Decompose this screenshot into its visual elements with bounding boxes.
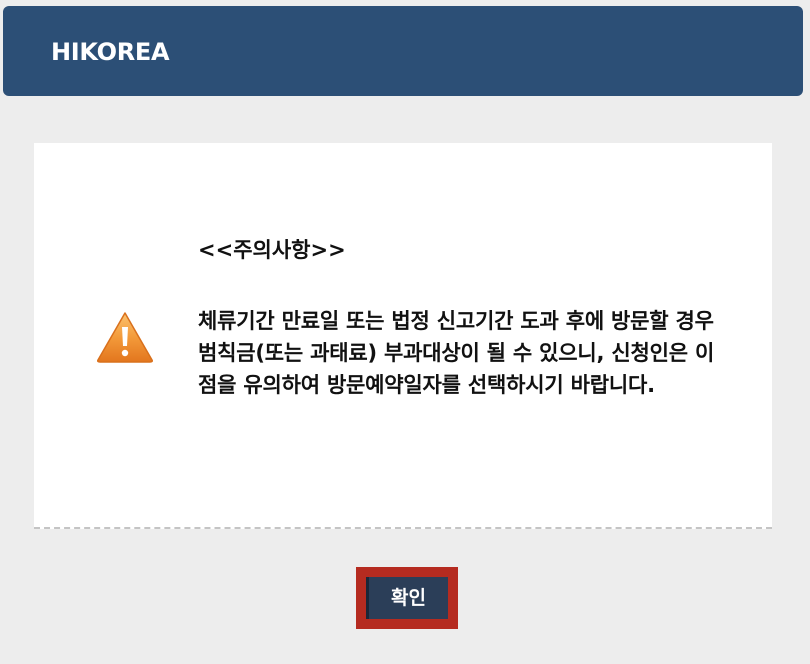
confirm-button[interactable]: 확인 <box>366 577 448 619</box>
confirm-highlight-frame: 확인 <box>356 567 458 629</box>
header-bar: HIKOREA <box>3 6 803 96</box>
notice-panel: <<주의사항>> 체류기간 만료일 또는 법정 신고기간 도과 후에 방문할 경… <box>34 143 772 529</box>
warning-icon <box>97 312 153 363</box>
app-title: HIKOREA <box>51 38 170 66</box>
notice-message: 체류기간 만료일 또는 법정 신고기간 도과 후에 방문할 경우 범칙금(또는 … <box>198 309 715 397</box>
dialog-window: HIKOREA <<주의사항>> 체류기간 만료일 또는 법정 신고기간 도과 … <box>0 0 810 664</box>
notice-heading: <<주의사항>> <box>198 238 346 262</box>
